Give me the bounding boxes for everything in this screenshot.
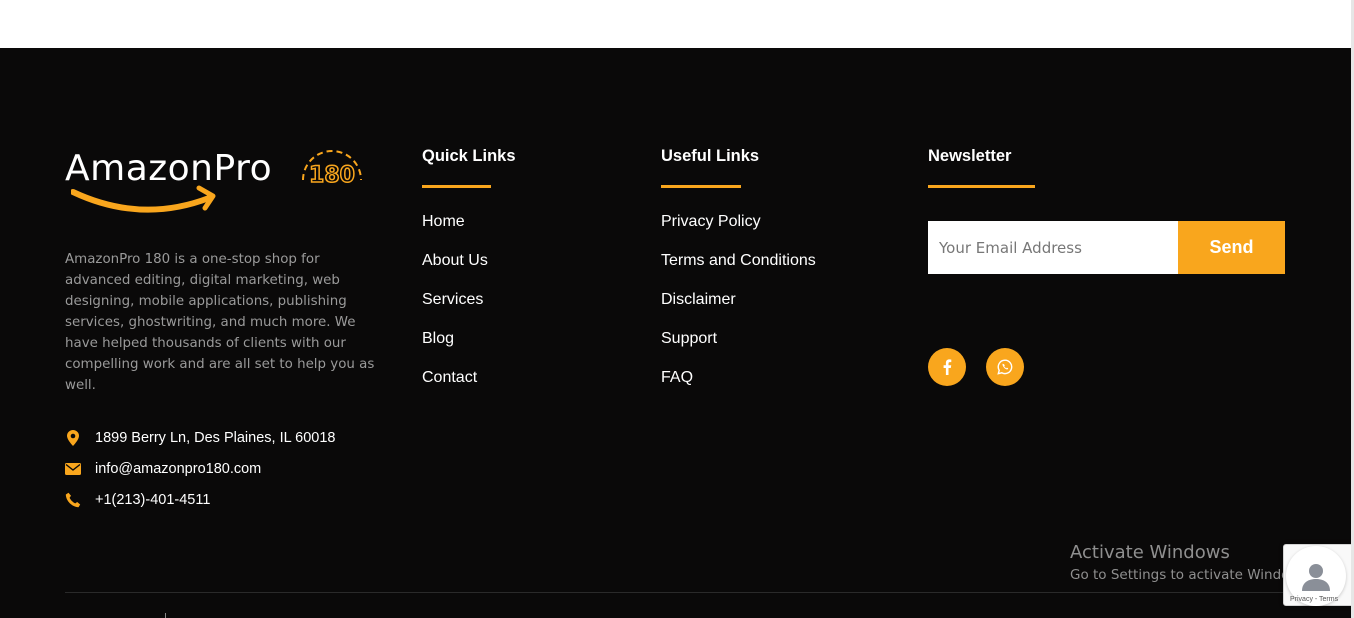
quick-links-heading: Quick Links	[422, 147, 516, 165]
quick-link-contact[interactable]: Contact	[422, 369, 477, 387]
footer-divider	[65, 592, 1352, 593]
recaptcha-badge[interactable]: Privacy - Terms	[1283, 544, 1354, 606]
contact-phone[interactable]: +1(213)-401-4511	[65, 492, 210, 508]
activate-windows-watermark: Activate Windows Go to Settings to activ…	[1070, 542, 1312, 583]
envelope-icon	[65, 461, 81, 477]
map-pin-icon	[65, 430, 81, 446]
newsletter-send-button[interactable]: Send	[1178, 221, 1285, 274]
phone-link[interactable]: +1(213)-401-4511	[95, 492, 210, 508]
recaptcha-terms-text[interactable]: Privacy - Terms	[1290, 596, 1338, 603]
quick-link-about-us[interactable]: About Us	[422, 252, 488, 270]
logo-smile-arrow-icon	[71, 185, 216, 213]
useful-link-support[interactable]: Support	[661, 330, 717, 348]
svg-text:180: 180	[309, 163, 355, 188]
quick-link-blog[interactable]: Blog	[422, 330, 454, 348]
useful-links-underline	[661, 185, 741, 188]
newsletter-email-input[interactable]	[928, 221, 1178, 274]
quick-link-services[interactable]: Services	[422, 291, 483, 309]
useful-link-disclaimer[interactable]: Disclaimer	[661, 291, 736, 309]
newsletter-underline	[928, 185, 1035, 188]
user-avatar-icon	[1302, 564, 1330, 591]
useful-link-terms[interactable]: Terms and Conditions	[661, 252, 816, 270]
activate-windows-subtitle: Go to Settings to activate Windows.	[1070, 567, 1312, 583]
newsletter-heading: Newsletter	[928, 147, 1012, 165]
useful-links-heading: Useful Links	[661, 147, 760, 165]
amazonpro-logo[interactable]: AmazonPro 180	[65, 148, 365, 220]
whatsapp-icon	[997, 359, 1013, 375]
quick-links-underline	[422, 185, 491, 188]
bottom-bar-separator	[165, 613, 166, 618]
logo-wordmark: AmazonPro	[65, 148, 273, 189]
about-description: AmazonPro 180 is a one-stop shop for adv…	[65, 252, 375, 393]
site-footer: AmazonPro 180 AmazonPro 180 is a one-sto…	[0, 48, 1354, 618]
logo-180-badge-icon: 180	[302, 150, 362, 188]
email-link[interactable]: info@amazonpro180.com	[95, 461, 261, 477]
page-top-strip	[0, 0, 1354, 48]
address-text: 1899 Berry Ln, Des Plaines, IL 60018	[95, 430, 336, 446]
useful-link-faq[interactable]: FAQ	[661, 369, 693, 387]
phone-icon	[65, 492, 81, 508]
facebook-icon	[943, 359, 952, 375]
contact-email[interactable]: info@amazonpro180.com	[65, 461, 261, 477]
contact-address: 1899 Berry Ln, Des Plaines, IL 60018	[65, 430, 335, 446]
facebook-button[interactable]	[928, 348, 966, 386]
activate-windows-title: Activate Windows	[1070, 542, 1230, 563]
quick-link-home[interactable]: Home	[422, 213, 465, 231]
whatsapp-button[interactable]	[986, 348, 1024, 386]
useful-link-privacy-policy[interactable]: Privacy Policy	[661, 213, 761, 231]
